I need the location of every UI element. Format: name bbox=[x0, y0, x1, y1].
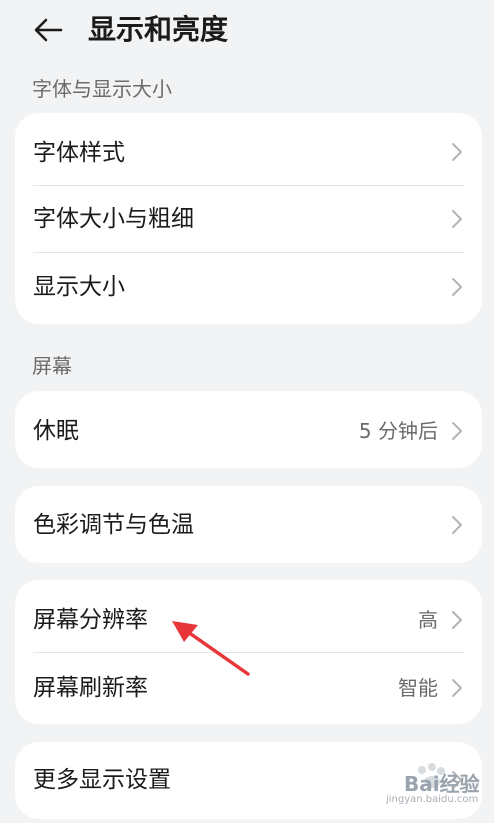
top-bar: 显示和亮度 bbox=[0, 0, 494, 62]
font-size-weight-item[interactable]: 字体大小与粗细 bbox=[15, 186, 482, 252]
display-size-label: 显示大小 bbox=[33, 274, 125, 300]
color-temperature-label: 色彩调节与色温 bbox=[33, 512, 194, 538]
sleep-card: 休眠 5 分钟后 bbox=[15, 391, 482, 468]
back-button[interactable] bbox=[30, 14, 66, 46]
section-label-font-display: 字体与显示大小 bbox=[32, 77, 172, 101]
chevron-right-icon bbox=[452, 278, 462, 296]
page-title: 显示和亮度 bbox=[88, 13, 229, 46]
screen-resolution-value: 高 bbox=[418, 608, 438, 632]
font-size-weight-label: 字体大小与粗细 bbox=[33, 206, 194, 232]
watermark-text: Bai经验 bbox=[404, 772, 480, 796]
chevron-right-icon bbox=[452, 210, 462, 228]
font-style-label: 字体样式 bbox=[33, 140, 125, 166]
back-arrow-icon bbox=[34, 18, 63, 42]
chevron-right-icon bbox=[452, 516, 462, 534]
annotation-arrow-icon bbox=[172, 621, 250, 676]
font-settings-card: 字体样式 字体大小与粗细 显示大小 bbox=[15, 113, 482, 324]
chevron-right-icon bbox=[452, 143, 462, 161]
screen-resolution-label: 屏幕分辨率 bbox=[33, 607, 148, 633]
color-card: 色彩调节与色温 bbox=[15, 486, 482, 563]
refresh-rate-label: 屏幕刷新率 bbox=[33, 675, 148, 701]
sleep-item[interactable]: 休眠 5 分钟后 bbox=[15, 391, 482, 468]
sleep-label: 休眠 bbox=[33, 418, 79, 444]
chevron-right-icon bbox=[452, 422, 462, 440]
more-display-settings-label: 更多显示设置 bbox=[33, 767, 171, 793]
chevron-right-icon bbox=[452, 611, 462, 629]
sleep-value: 5 分钟后 bbox=[358, 419, 438, 443]
refresh-rate-value: 智能 bbox=[398, 676, 438, 700]
color-temperature-item[interactable]: 色彩调节与色温 bbox=[15, 486, 482, 563]
display-size-item[interactable]: 显示大小 bbox=[15, 253, 482, 324]
section-label-screen: 屏幕 bbox=[32, 354, 72, 378]
font-style-item[interactable]: 字体样式 bbox=[15, 113, 482, 185]
chevron-right-icon bbox=[452, 679, 462, 697]
watermark-url: jingyan.baidu.com bbox=[386, 794, 479, 805]
